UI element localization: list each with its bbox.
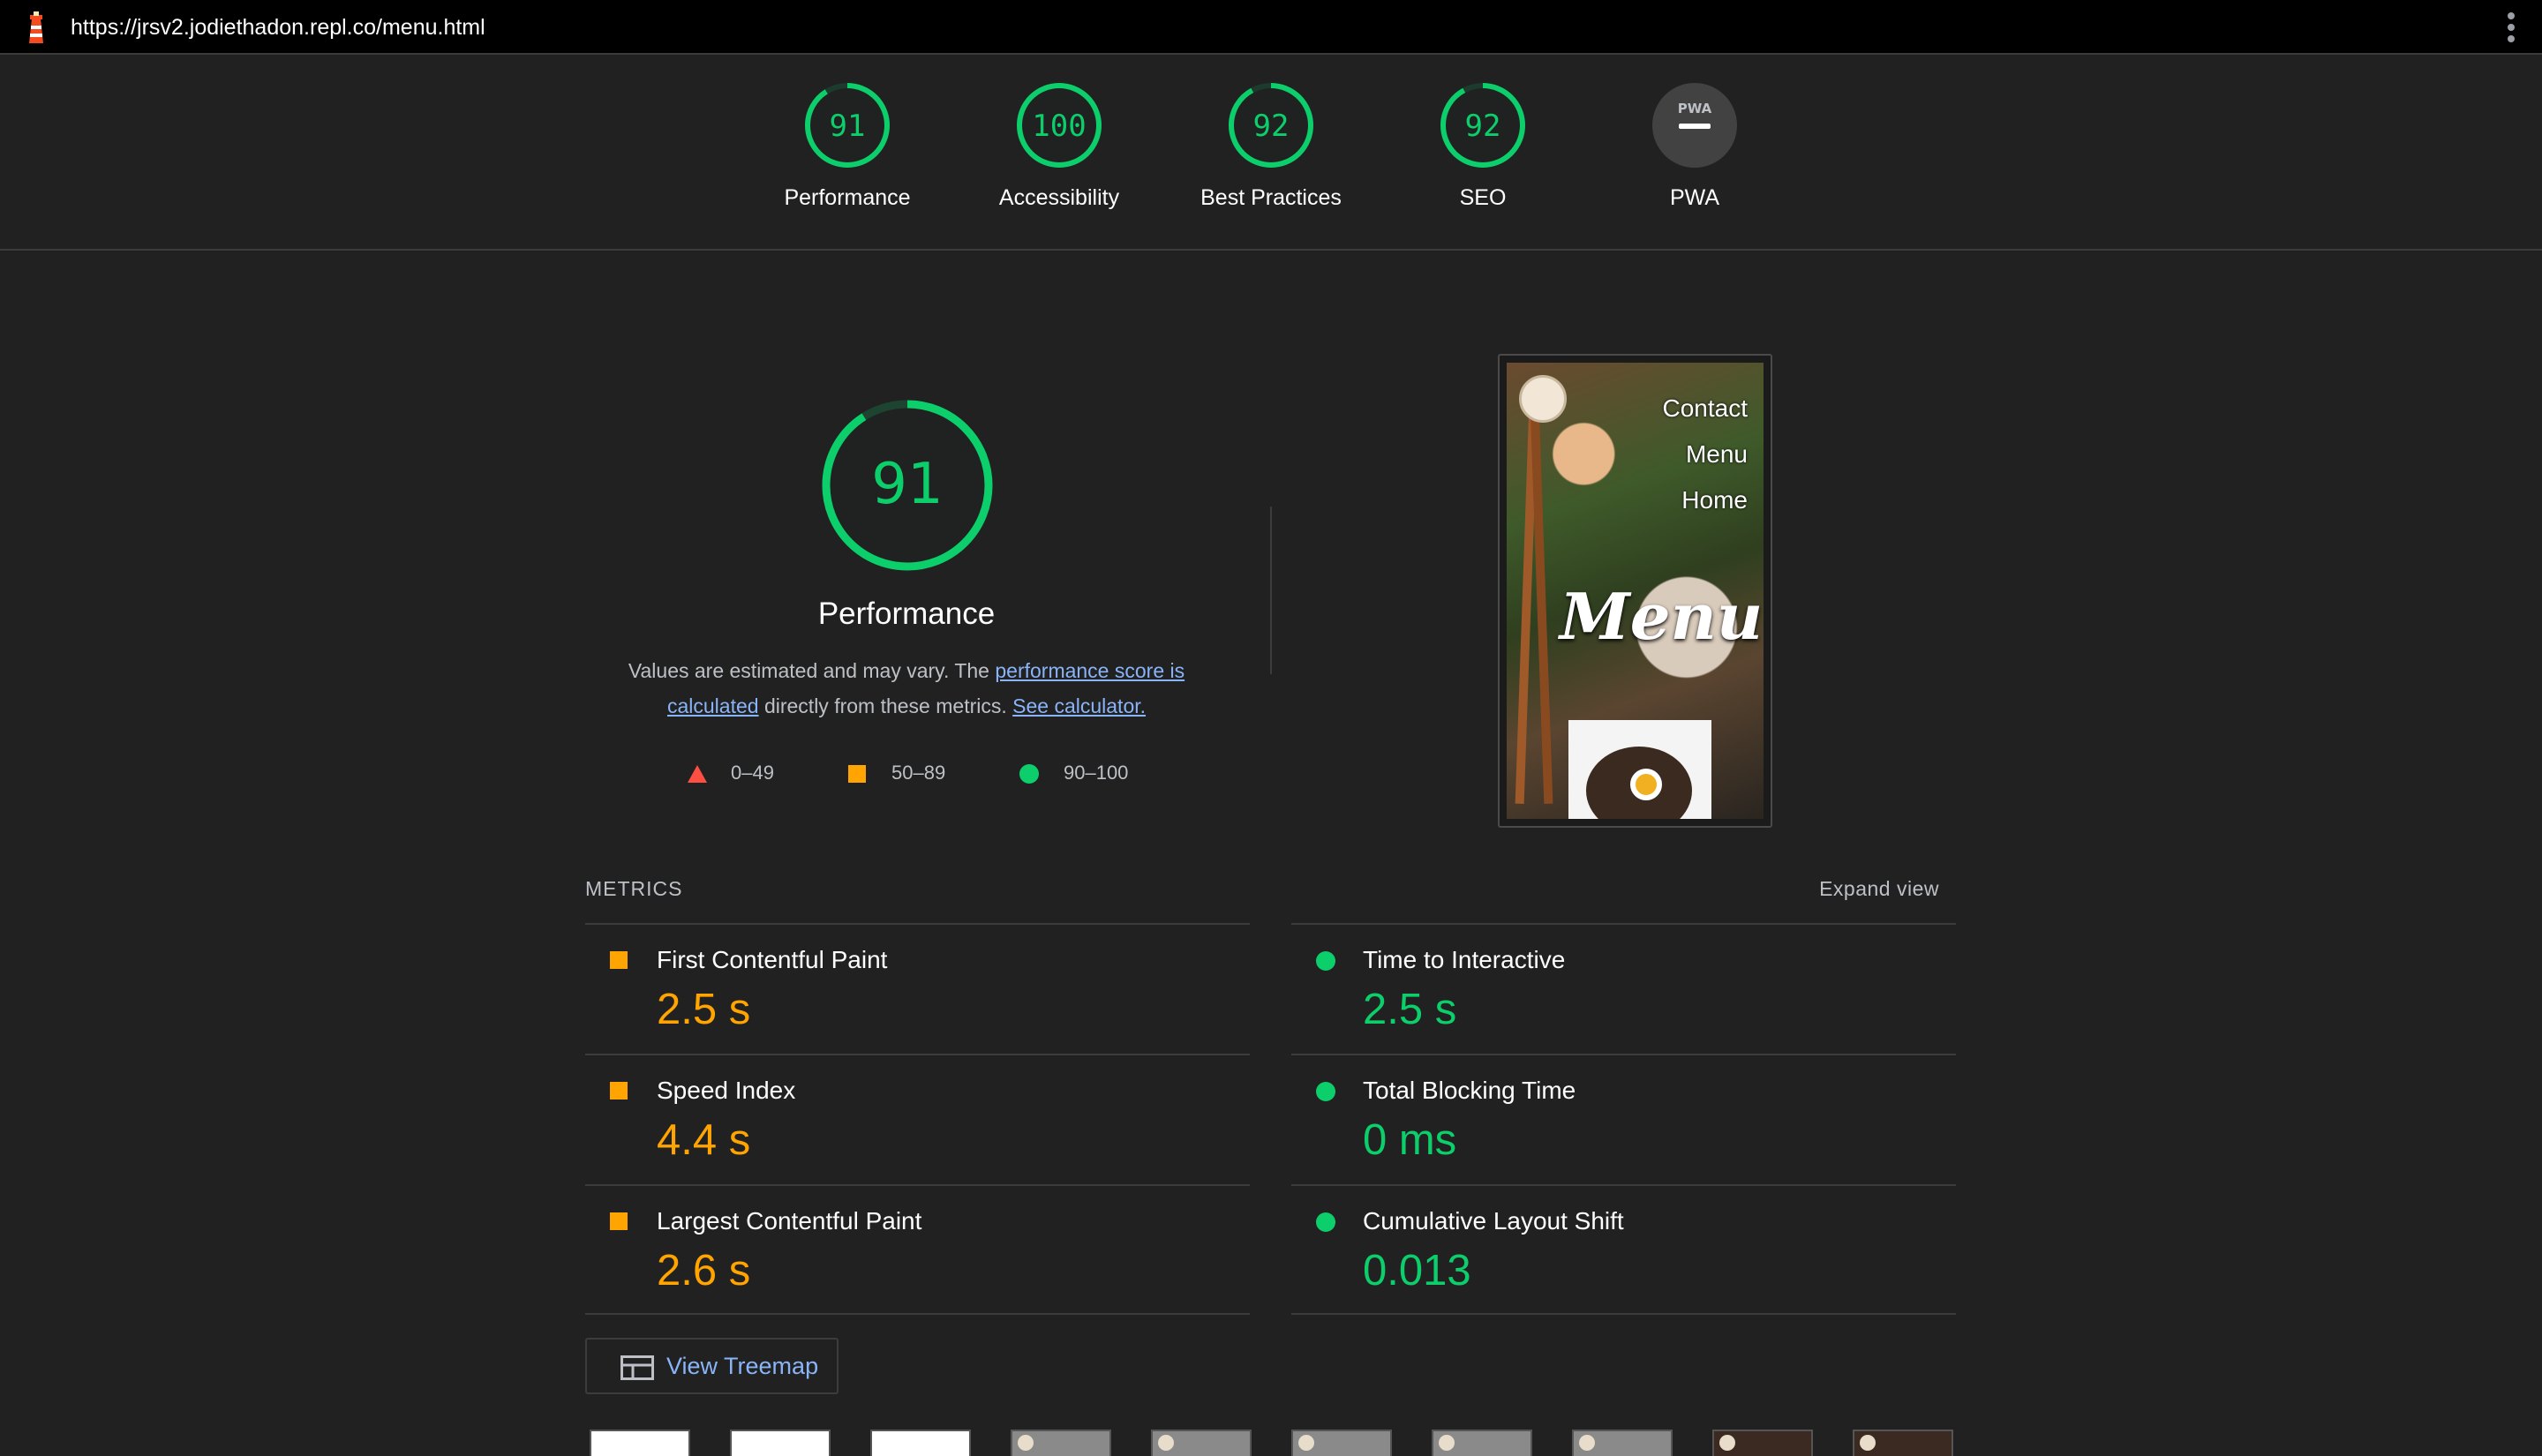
filmstrip-frame (590, 1430, 690, 1456)
page-url: https://jrsv2.jodiethadon.repl.co/menu.h… (71, 15, 485, 40)
gauge-score: 100 (1032, 109, 1086, 144)
circle-icon (1316, 1082, 1335, 1101)
metric-speed-index: Speed Index 4.4 s (585, 1054, 1250, 1184)
chopstick (1529, 379, 1553, 805)
final-screenshot[interactable]: Contact Menu Home Menu (1498, 354, 1772, 828)
metric-total-blocking-time: Total Blocking Time 0 ms (1291, 1054, 1956, 1184)
performance-title: Performance (817, 597, 996, 631)
square-icon (610, 1082, 628, 1100)
filmstrip (590, 1430, 1958, 1456)
kebab-menu-icon[interactable] (2507, 12, 2516, 44)
gauge-accessibility[interactable]: 100 Accessibility (971, 81, 1147, 211)
gauge-score: 92 (1465, 109, 1501, 144)
metric-time-to-interactive: Time to Interactive 2.5 s (1291, 923, 1956, 1054)
gauge-label: Best Practices (1200, 185, 1342, 210)
metric-value: 2.5 s (657, 986, 751, 1033)
lighthouse-icon (29, 11, 43, 43)
performance-description: Values are estimated and may vary. The p… (628, 659, 1185, 717)
metrics-right-column: Time to Interactive 2.5 s Total Blocking… (1291, 923, 1956, 1315)
triangle-icon (688, 765, 707, 783)
expand-view-toggle[interactable]: Expand view (1819, 877, 1939, 901)
gauge-label: SEO (1459, 185, 1507, 210)
view-treemap-label: View Treemap (666, 1353, 819, 1379)
gauge-score: 91 (830, 109, 866, 144)
filmstrip-frame (1151, 1430, 1252, 1456)
site-food-card (1568, 720, 1711, 819)
treemap-icon (620, 1355, 654, 1380)
filmstrip-frame (1011, 1430, 1111, 1456)
filmstrip-frame (730, 1430, 831, 1456)
metric-value: 2.5 s (1363, 986, 1457, 1033)
site-logo (1519, 375, 1567, 423)
svg-text:PWA: PWA (1678, 101, 1712, 116)
site-hero-title: Menu (1560, 579, 1764, 654)
metric-first-contentful-paint: First Contentful Paint 2.5 s (585, 923, 1250, 1054)
metrics-title: METRICS (585, 877, 683, 900)
circle-icon (1316, 1212, 1335, 1232)
metric-cumulative-layout-shift: Cumulative Layout Shift 0.013 (1291, 1184, 1956, 1315)
gauge-label: Accessibility (998, 185, 1120, 210)
filmstrip-frame (1853, 1430, 1953, 1456)
gauge-pwa[interactable]: PWA PWA (1606, 81, 1783, 211)
filmstrip-frame (1572, 1430, 1673, 1456)
see-calculator-link[interactable]: See calculator. (1012, 694, 1146, 717)
metrics-header: METRICS Expand view (585, 877, 1953, 905)
gauge-performance[interactable]: 91 Performance (759, 81, 936, 211)
metric-largest-contentful-paint: Largest Contentful Paint 2.6 s (585, 1184, 1250, 1315)
gauge-score: 92 (1253, 109, 1290, 144)
circle-icon (1316, 951, 1335, 971)
site-nav-contact: Contact (1662, 394, 1749, 422)
square-icon (848, 765, 866, 783)
url-bar: https://jrsv2.jodiethadon.repl.co/menu.h… (0, 0, 2542, 55)
category-gauges: 91 Performance 100 Accessibility 92 Best… (0, 55, 2542, 251)
view-treemap-button[interactable]: View Treemap (585, 1338, 839, 1394)
metric-value: 0 ms (1363, 1116, 1457, 1164)
filmstrip-frame (1432, 1430, 1532, 1456)
site-nav-home: Home (1681, 486, 1748, 514)
gauge-label: Performance (784, 185, 911, 210)
divider (1270, 507, 1272, 674)
metric-value: 2.6 s (657, 1247, 751, 1295)
gauge-label: PWA (1669, 185, 1720, 210)
gauge-ring-icon: 92 (1229, 83, 1313, 168)
gauge-seo[interactable]: 92 SEO (1395, 81, 1571, 211)
pwa-badge-icon: PWA (1652, 83, 1737, 168)
metrics-left-column: First Contentful Paint 2.5 s Speed Index… (585, 923, 1250, 1315)
pwa-dash (1679, 124, 1711, 129)
gauge-best-practices[interactable]: 92 Best Practices (1183, 81, 1359, 211)
site-nav-menu: Menu (1685, 440, 1748, 468)
square-icon (610, 1212, 628, 1230)
filmstrip-frame (870, 1430, 971, 1456)
performance-score: 91 (871, 452, 943, 517)
square-icon (610, 951, 628, 969)
performance-gauge: 91 (822, 400, 993, 571)
gauge-ring-icon: 92 (1440, 83, 1525, 168)
filmstrip-frame (1712, 1430, 1813, 1456)
gauge-ring-icon: 100 (1017, 83, 1102, 168)
gauge-ring-icon: 91 (805, 83, 890, 168)
filmstrip-frame (1291, 1430, 1392, 1456)
circle-icon (1019, 764, 1039, 784)
metric-value: 0.013 (1363, 1247, 1471, 1295)
metric-value: 4.4 s (657, 1116, 751, 1164)
screenshot-image: Contact Menu Home Menu (1507, 363, 1764, 819)
